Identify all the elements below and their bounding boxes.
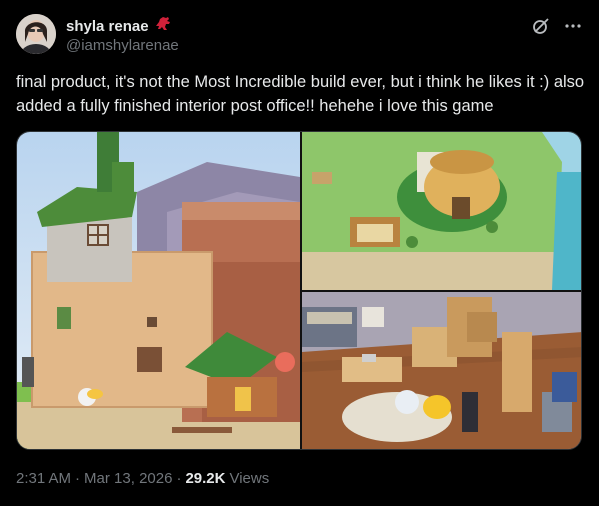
- media-grid: [16, 131, 582, 450]
- post-text: final product, it's not the Most Incredi…: [16, 73, 585, 115]
- avatar[interactable]: [16, 14, 56, 54]
- post-office-interior-screenshot[interactable]: [302, 292, 581, 449]
- user-info: shyla renae @iamshylarenae: [66, 16, 179, 54]
- header-actions: [531, 16, 583, 36]
- post-date[interactable]: Mar 13, 2026: [84, 470, 172, 487]
- user-handle[interactable]: @iamshylarenae: [66, 37, 179, 54]
- red-dinosaur-icon: [154, 16, 172, 37]
- views-label: Views: [229, 470, 270, 487]
- tweet: shyla renae @iamshylarenae final product…: [0, 0, 599, 506]
- more-options-icon[interactable]: [563, 16, 583, 36]
- grok-icon[interactable]: [531, 16, 551, 36]
- meta-separator: ·: [176, 470, 182, 487]
- map-island-screenshot[interactable]: [302, 132, 581, 290]
- post-meta: 2:31 AM · Mar 13, 2026 · 29.2K Views: [16, 470, 269, 487]
- post-time[interactable]: 2:31 AM: [16, 470, 71, 487]
- display-name[interactable]: shyla renae: [66, 18, 149, 35]
- views-count: 29.2K: [185, 470, 226, 487]
- meta-separator: ·: [75, 470, 81, 487]
- voxel-house-screenshot[interactable]: [17, 132, 300, 449]
